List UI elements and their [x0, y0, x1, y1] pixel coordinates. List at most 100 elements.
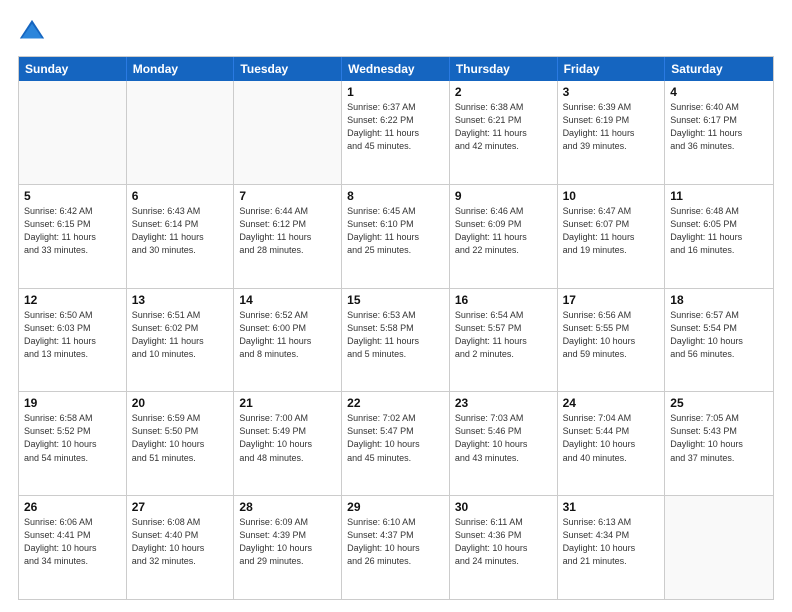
day-info: Sunrise: 6:57 AM Sunset: 5:54 PM Dayligh…: [670, 309, 768, 361]
day-info: Sunrise: 6:50 AM Sunset: 6:03 PM Dayligh…: [24, 309, 121, 361]
day-info: Sunrise: 6:11 AM Sunset: 4:36 PM Dayligh…: [455, 516, 552, 568]
day-number: 5: [24, 189, 121, 203]
day-number: 22: [347, 396, 444, 410]
day-cell-12: 12 Sunrise: 6:50 AM Sunset: 6:03 PM Dayli…: [19, 289, 127, 392]
day-cell-2: 2Sunrise: 6:38 AM Sunset: 6:21 PM Daylig…: [450, 81, 558, 184]
calendar-row-4: 19 Sunrise: 6:58 AM Sunset: 5:52 PM Dayli…: [19, 391, 773, 495]
empty-cell: [665, 496, 773, 599]
day-number: 30: [455, 500, 552, 514]
empty-cell: [19, 81, 127, 184]
day-number: 23: [455, 396, 552, 410]
day-number: 1: [347, 85, 444, 99]
day-cell-6: 6Sunrise: 6:43 AM Sunset: 6:14 PM Daylig…: [127, 185, 235, 288]
day-number: 29: [347, 500, 444, 514]
day-cell-14: 14 Sunrise: 6:52 AM Sunset: 6:00 PM Dayli…: [234, 289, 342, 392]
day-info: Sunrise: 6:56 AM Sunset: 5:55 PM Dayligh…: [563, 309, 660, 361]
day-info: Sunrise: 6:47 AM Sunset: 6:07 PM Dayligh…: [563, 205, 660, 257]
day-cell-24: 24 Sunrise: 7:04 AM Sunset: 5:44 PM Dayli…: [558, 392, 666, 495]
calendar-header: SundayMondayTuesdayWednesdayThursdayFrid…: [19, 57, 773, 81]
day-info: Sunrise: 6:53 AM Sunset: 5:58 PM Dayligh…: [347, 309, 444, 361]
day-info: Sunrise: 6:39 AM Sunset: 6:19 PM Dayligh…: [563, 101, 660, 153]
day-number: 16: [455, 293, 552, 307]
day-info: Sunrise: 7:05 AM Sunset: 5:43 PM Dayligh…: [670, 412, 768, 464]
day-cell-17: 17 Sunrise: 6:56 AM Sunset: 5:55 PM Dayli…: [558, 289, 666, 392]
day-number: 7: [239, 189, 336, 203]
day-cell-11: 11 Sunrise: 6:48 AM Sunset: 6:05 PM Dayli…: [665, 185, 773, 288]
header-day-tuesday: Tuesday: [234, 57, 342, 81]
day-cell-21: 21 Sunrise: 7:00 AM Sunset: 5:49 PM Dayli…: [234, 392, 342, 495]
day-info: Sunrise: 6:40 AM Sunset: 6:17 PM Dayligh…: [670, 101, 768, 153]
day-number: 3: [563, 85, 660, 99]
day-cell-22: 22 Sunrise: 7:02 AM Sunset: 5:47 PM Dayli…: [342, 392, 450, 495]
day-cell-26: 26 Sunrise: 6:06 AM Sunset: 4:41 PM Dayli…: [19, 496, 127, 599]
day-info: Sunrise: 6:52 AM Sunset: 6:00 PM Dayligh…: [239, 309, 336, 361]
calendar-row-2: 5 Sunrise: 6:42 AM Sunset: 6:15 PM Daylig…: [19, 184, 773, 288]
day-cell-9: 9Sunrise: 6:46 AM Sunset: 6:09 PM Daylig…: [450, 185, 558, 288]
day-number: 12: [24, 293, 121, 307]
day-info: Sunrise: 6:54 AM Sunset: 5:57 PM Dayligh…: [455, 309, 552, 361]
header-day-thursday: Thursday: [450, 57, 558, 81]
day-number: 26: [24, 500, 121, 514]
day-info: Sunrise: 6:06 AM Sunset: 4:41 PM Dayligh…: [24, 516, 121, 568]
empty-cell: [127, 81, 235, 184]
day-cell-19: 19 Sunrise: 6:58 AM Sunset: 5:52 PM Dayli…: [19, 392, 127, 495]
day-number: 4: [670, 85, 768, 99]
day-cell-31: 31 Sunrise: 6:13 AM Sunset: 4:34 PM Dayli…: [558, 496, 666, 599]
calendar-row-3: 12 Sunrise: 6:50 AM Sunset: 6:03 PM Dayli…: [19, 288, 773, 392]
day-info: Sunrise: 7:02 AM Sunset: 5:47 PM Dayligh…: [347, 412, 444, 464]
day-number: 19: [24, 396, 121, 410]
day-cell-18: 18Sunrise: 6:57 AM Sunset: 5:54 PM Dayli…: [665, 289, 773, 392]
day-cell-15: 15 Sunrise: 6:53 AM Sunset: 5:58 PM Dayli…: [342, 289, 450, 392]
day-cell-20: 20 Sunrise: 6:59 AM Sunset: 5:50 PM Dayli…: [127, 392, 235, 495]
day-number: 8: [347, 189, 444, 203]
day-cell-16: 16 Sunrise: 6:54 AM Sunset: 5:57 PM Dayli…: [450, 289, 558, 392]
day-number: 2: [455, 85, 552, 99]
day-info: Sunrise: 6:13 AM Sunset: 4:34 PM Dayligh…: [563, 516, 660, 568]
day-cell-29: 29 Sunrise: 6:10 AM Sunset: 4:37 PM Dayli…: [342, 496, 450, 599]
header-day-sunday: Sunday: [19, 57, 127, 81]
day-cell-30: 30 Sunrise: 6:11 AM Sunset: 4:36 PM Dayli…: [450, 496, 558, 599]
day-info: Sunrise: 6:43 AM Sunset: 6:14 PM Dayligh…: [132, 205, 229, 257]
day-number: 15: [347, 293, 444, 307]
day-number: 14: [239, 293, 336, 307]
day-info: Sunrise: 6:42 AM Sunset: 6:15 PM Dayligh…: [24, 205, 121, 257]
calendar: SundayMondayTuesdayWednesdayThursdayFrid…: [18, 56, 774, 600]
day-info: Sunrise: 7:00 AM Sunset: 5:49 PM Dayligh…: [239, 412, 336, 464]
day-number: 10: [563, 189, 660, 203]
day-number: 17: [563, 293, 660, 307]
day-number: 13: [132, 293, 229, 307]
day-info: Sunrise: 6:46 AM Sunset: 6:09 PM Dayligh…: [455, 205, 552, 257]
header-day-wednesday: Wednesday: [342, 57, 450, 81]
calendar-row-1: 1 Sunrise: 6:37 AM Sunset: 6:22 PM Daylig…: [19, 81, 773, 184]
day-number: 27: [132, 500, 229, 514]
day-info: Sunrise: 6:48 AM Sunset: 6:05 PM Dayligh…: [670, 205, 768, 257]
day-info: Sunrise: 6:08 AM Sunset: 4:40 PM Dayligh…: [132, 516, 229, 568]
empty-cell: [234, 81, 342, 184]
header-day-saturday: Saturday: [665, 57, 773, 81]
day-cell-10: 10 Sunrise: 6:47 AM Sunset: 6:07 PM Dayli…: [558, 185, 666, 288]
day-cell-25: 25 Sunrise: 7:05 AM Sunset: 5:43 PM Dayli…: [665, 392, 773, 495]
day-cell-5: 5 Sunrise: 6:42 AM Sunset: 6:15 PM Daylig…: [19, 185, 127, 288]
day-cell-8: 8 Sunrise: 6:45 AM Sunset: 6:10 PM Daylig…: [342, 185, 450, 288]
day-number: 25: [670, 396, 768, 410]
calendar-body: 1 Sunrise: 6:37 AM Sunset: 6:22 PM Daylig…: [19, 81, 773, 599]
day-number: 28: [239, 500, 336, 514]
day-info: Sunrise: 7:04 AM Sunset: 5:44 PM Dayligh…: [563, 412, 660, 464]
day-info: Sunrise: 6:59 AM Sunset: 5:50 PM Dayligh…: [132, 412, 229, 464]
day-number: 21: [239, 396, 336, 410]
calendar-row-5: 26 Sunrise: 6:06 AM Sunset: 4:41 PM Dayli…: [19, 495, 773, 599]
day-info: Sunrise: 6:37 AM Sunset: 6:22 PM Dayligh…: [347, 101, 444, 153]
logo-icon: [18, 18, 46, 46]
day-cell-1: 1 Sunrise: 6:37 AM Sunset: 6:22 PM Daylig…: [342, 81, 450, 184]
day-info: Sunrise: 6:51 AM Sunset: 6:02 PM Dayligh…: [132, 309, 229, 361]
day-cell-3: 3 Sunrise: 6:39 AM Sunset: 6:19 PM Daylig…: [558, 81, 666, 184]
day-info: Sunrise: 6:10 AM Sunset: 4:37 PM Dayligh…: [347, 516, 444, 568]
logo: [18, 18, 48, 46]
day-number: 31: [563, 500, 660, 514]
day-number: 24: [563, 396, 660, 410]
day-info: Sunrise: 6:45 AM Sunset: 6:10 PM Dayligh…: [347, 205, 444, 257]
day-number: 11: [670, 189, 768, 203]
day-info: Sunrise: 6:58 AM Sunset: 5:52 PM Dayligh…: [24, 412, 121, 464]
day-cell-7: 7Sunrise: 6:44 AM Sunset: 6:12 PM Daylig…: [234, 185, 342, 288]
day-number: 20: [132, 396, 229, 410]
